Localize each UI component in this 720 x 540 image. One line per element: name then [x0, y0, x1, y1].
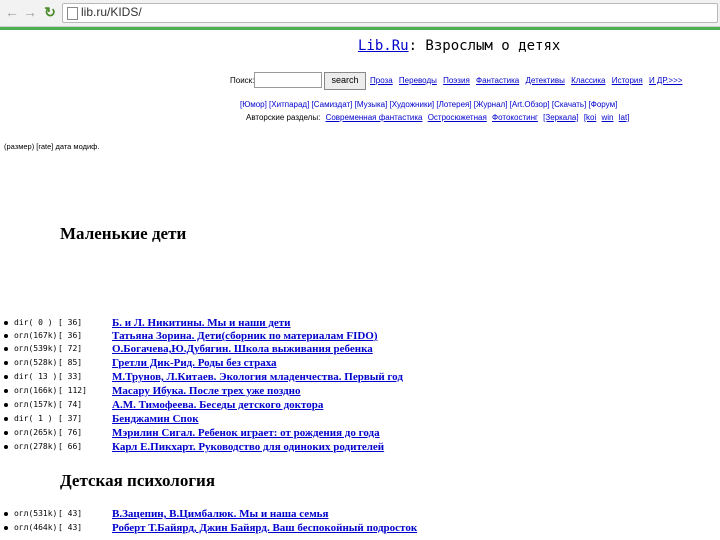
bullet-icon	[4, 375, 8, 379]
bullet-icon	[4, 347, 8, 351]
column-legend: (размер) [rate] дата модиф.	[4, 142, 100, 151]
bullet-icon	[4, 321, 8, 325]
browser-toolbar: ← → ↻ lib.ru/KIDS/	[0, 0, 720, 27]
item-kind[interactable]: огл(265k)	[14, 428, 57, 437]
page-icon	[67, 7, 78, 20]
list-item: огл(265k)[ 76] Мэрилин Сигал. Ребенок игр…	[4, 427, 704, 440]
search-label: Поиск:	[230, 76, 255, 85]
genre-link[interactable]: Фантастика	[476, 76, 519, 85]
address-text: lib.ru/KIDS/	[81, 5, 142, 19]
book-link[interactable]: В.Зацепин, В.Цимбалюк. Мы и наша семья	[112, 508, 328, 520]
item-kind[interactable]: огл(166k)	[14, 386, 57, 395]
book-link[interactable]: Гретли Дик-Рид. Роды без страха	[112, 357, 277, 369]
item-rate: [ 43]	[58, 509, 83, 518]
item-rate: [ 76]	[58, 428, 83, 437]
toolbar-divider	[0, 27, 720, 30]
book-link[interactable]: Карл Е.Пикхарт. Руководство для одиноких…	[112, 441, 384, 453]
list-item: огл(531k)[ 43] В.Зацепин, В.Цимбалюк. Мы …	[4, 508, 704, 521]
genre-link[interactable]: И ДР.>>>	[649, 76, 682, 85]
bullet-icon	[4, 417, 8, 421]
list-item: огл(528k)[ 85] Гретли Дик-Рид. Роды без с…	[4, 357, 704, 370]
item-kind[interactable]: огл(531k)	[14, 509, 57, 518]
item-kind[interactable]: огл(167k)	[14, 331, 57, 340]
list-item: dir( 13 )[ 33] М.Трунов, Л.Китаев. Эколог…	[4, 371, 704, 384]
bullet-icon	[4, 403, 8, 407]
book-link[interactable]: Татьяна Зорина. Дети(сборник по материал…	[112, 330, 378, 342]
list-item: огл(167k)[ 36] Татьяна Зорина. Дети(сборн…	[4, 330, 704, 343]
book-link[interactable]: Масару Ибука. После трех уже поздно	[112, 385, 301, 397]
item-rate: [ 43]	[58, 523, 83, 532]
item-rate: [ 72]	[58, 344, 83, 353]
sections-nav[interactable]: [Юмор] [Хитпарад] [Самиздат] [Музыка] [Х…	[240, 100, 617, 109]
book-link[interactable]: О.Богачева,Ю.Дубягин. Школа выживания ре…	[112, 343, 373, 355]
item-rate: [ 37]	[58, 414, 83, 423]
list-item: огл(464k)[ 43] Роберт Т.Байярд, Джин Байя…	[4, 522, 704, 535]
item-kind[interactable]: огл(278k)	[14, 442, 57, 451]
section-title: Детская психология	[60, 471, 216, 490]
bullet-icon	[4, 389, 8, 393]
genre-link[interactable]: Проза	[370, 76, 393, 85]
list-item: огл(166k)[ 112] Масару Ибука. После трех …	[4, 385, 704, 398]
authors-nav: Авторские разделы: Современная фантастик…	[246, 113, 629, 122]
book-link[interactable]: Мэрилин Сигал. Ребенок играет: от рожден…	[112, 427, 380, 439]
item-rate: [ 33]	[58, 372, 83, 381]
item-rate: [ 74]	[58, 400, 83, 409]
item-kind[interactable]: огл(157k)	[14, 400, 57, 409]
list-item: dir( 0 ) [ 36] Б. и Л. Никитины. Мы и наши…	[4, 317, 704, 330]
item-kind[interactable]: dir( 0 )	[14, 318, 53, 327]
genre-link[interactable]: Детективы	[525, 76, 564, 85]
authors-link[interactable]: lat]	[619, 113, 630, 122]
genre-link[interactable]: Классика	[571, 76, 605, 85]
item-kind[interactable]: dir( 1 )	[14, 414, 53, 423]
list-item: dir( 1 ) [ 37] Бенджамин Спок	[4, 413, 704, 426]
genre-nav: Проза Переводы Поэзия Фантастика Детекти…	[370, 76, 686, 85]
forward-arrow-icon[interactable]: →	[22, 4, 38, 20]
list-item: огл(539k)[ 72] О.Богачева,Ю.Дубягин. Школ…	[4, 343, 704, 356]
authors-label: Авторские разделы:	[246, 113, 321, 122]
title-suffix: : Взрослым о детях	[408, 38, 561, 54]
genre-link[interactable]: Переводы	[399, 76, 437, 85]
authors-link[interactable]: [Зеркала]	[543, 113, 578, 122]
book-link[interactable]: Бенджамин Спок	[112, 413, 199, 425]
reload-icon[interactable]: ↻	[42, 4, 58, 20]
search-button[interactable]: search	[324, 72, 366, 90]
bullet-icon	[4, 431, 8, 435]
book-link[interactable]: Роберт Т.Байярд, Джин Байярд. Ваш беспок…	[112, 522, 417, 534]
book-link[interactable]: М.Трунов, Л.Китаев. Экология младенчеств…	[112, 371, 403, 383]
item-kind[interactable]: огл(464k)	[14, 523, 57, 532]
item-rate: [ 36]	[58, 331, 83, 340]
search-input[interactable]	[254, 72, 322, 88]
bullet-icon	[4, 512, 8, 516]
authors-link[interactable]: Остросюжетная	[428, 113, 487, 122]
item-rate: [ 85]	[58, 358, 83, 367]
book-link[interactable]: А.М. Тимофеева. Беседы детского доктора	[112, 399, 323, 411]
item-kind[interactable]: огл(528k)	[14, 358, 57, 367]
authors-link[interactable]: [koi	[584, 113, 596, 122]
authors-link[interactable]: Современная фантастика	[326, 113, 423, 122]
item-rate: [ 66]	[58, 442, 83, 451]
item-rate: [ 112]	[58, 386, 87, 395]
book-link[interactable]: Б. и Л. Никитины. Мы и наши дети	[112, 317, 291, 329]
authors-link[interactable]: win	[602, 113, 614, 122]
page-title: Lib.Ru: Взрослым о детях	[358, 38, 560, 54]
genre-link[interactable]: Поэзия	[443, 76, 470, 85]
bullet-icon	[4, 445, 8, 449]
item-kind[interactable]: dir( 13 )	[14, 372, 57, 381]
bullet-icon	[4, 526, 8, 530]
list-item: огл(157k)[ 74] А.М. Тимофеева. Беседы дет…	[4, 399, 704, 412]
address-bar[interactable]: lib.ru/KIDS/	[62, 3, 718, 23]
section-title: Маленькие дети	[60, 224, 187, 243]
bullet-icon	[4, 361, 8, 365]
item-kind[interactable]: огл(539k)	[14, 344, 57, 353]
authors-link[interactable]: Фотокостинг	[492, 113, 538, 122]
item-rate: [ 36]	[58, 318, 83, 327]
list-item: огл(278k)[ 66] Карл Е.Пикхарт. Руководств…	[4, 441, 704, 454]
brand-link[interactable]: Lib.Ru	[358, 38, 409, 54]
back-arrow-icon[interactable]: ←	[4, 4, 20, 20]
bullet-icon	[4, 334, 8, 338]
genre-link[interactable]: История	[612, 76, 643, 85]
